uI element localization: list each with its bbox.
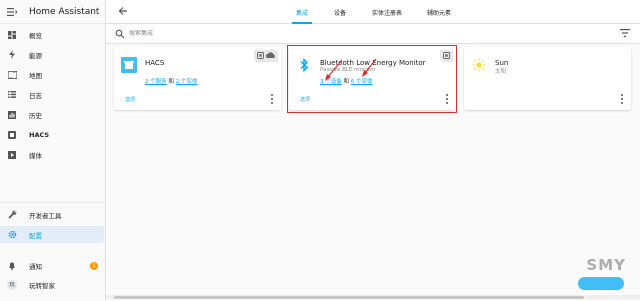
sidebar: Home Assistant 概览 能源 地图 日志 历史 HACS 媒体 开发… (0, 0, 106, 301)
chart-icon (7, 110, 17, 120)
and-text: 和 (168, 79, 175, 85)
sidebar-item-label: 通知 (29, 262, 42, 271)
sidebar-item-label: 概览 (29, 31, 42, 40)
menu-icon[interactable] (7, 7, 17, 17)
sidebar-item-overview[interactable]: 概览 (0, 26, 104, 43)
custom-integration-icon (257, 51, 264, 61)
gear-icon (7, 230, 17, 240)
watermark-badge (578, 277, 624, 290)
hacs-icon (7, 130, 17, 140)
app-title: Home Assistant (29, 6, 100, 17)
sidebar-item-media[interactable]: 媒体 (0, 146, 104, 163)
sidebar-item-label: 玩转智家 (29, 281, 55, 290)
back-arrow-icon[interactable] (118, 6, 130, 18)
search-bar (106, 24, 640, 44)
sidebar-item-profile[interactable]: 玩 玩转智家 (0, 276, 104, 293)
tab-integrations[interactable]: 集成 (288, 0, 316, 24)
sidebar-item-label: 配置 (29, 231, 42, 240)
integration-card-hacs[interactable]: HACS 2 个服务 和 2 个实体 选项 (114, 47, 281, 110)
services-link[interactable]: 2 个服务 (145, 79, 167, 85)
sidebar-item-label: 开发者工具 (29, 211, 62, 220)
entities-link[interactable]: 2 个实体 (176, 79, 198, 85)
sidebar-item-label: 日志 (29, 91, 42, 100)
avatar: 玩 (7, 279, 17, 290)
sidebar-item-hacs[interactable]: HACS (0, 126, 104, 143)
wrench-icon (7, 210, 17, 220)
card-title: HACS (145, 59, 165, 67)
sidebar-item-label: 能源 (29, 51, 42, 60)
dashboard-icon (7, 30, 17, 40)
sidebar-item-label: HACS (29, 130, 50, 139)
hacs-logo-icon (121, 57, 137, 73)
sidebar-item-map[interactable]: 地图 (0, 66, 104, 83)
more-vert-icon[interactable] (619, 94, 625, 104)
sidebar-header: Home Assistant (0, 0, 105, 24)
sidebar-item-config[interactable]: 配置 (0, 226, 104, 243)
lightning-icon (7, 50, 17, 60)
cloud-icon (266, 52, 275, 60)
card-links: 2 个服务 和 2 个实体 (145, 77, 198, 85)
sidebar-item-label: 媒体 (29, 151, 42, 160)
horizontal-scrollbar[interactable] (106, 295, 640, 299)
sidebar-item-energy[interactable]: 能源 (0, 46, 104, 63)
card-badges (254, 50, 278, 62)
top-bar: 集成 设备 实体注册表 辅助元素 (106, 0, 640, 24)
search-icon (115, 29, 125, 39)
sidebar-item-notifications[interactable]: 通知 1 (0, 257, 104, 274)
tab-helpers[interactable]: 辅助元素 (420, 0, 458, 24)
sidebar-item-history[interactable]: 历史 (0, 106, 104, 123)
search-input[interactable] (129, 30, 429, 37)
integration-card-sun[interactable]: Sun 太阳 (464, 47, 631, 110)
sidebar-divider (0, 202, 105, 203)
list-icon (7, 90, 17, 100)
more-vert-icon[interactable] (269, 94, 275, 104)
sidebar-item-label: 地图 (29, 71, 42, 80)
card-subtitle: 太阳 (495, 69, 507, 75)
filter-icon[interactable] (620, 29, 630, 39)
notification-badge: 1 (90, 261, 98, 270)
tab-devices[interactable]: 设备 (327, 0, 353, 24)
sun-icon (471, 57, 487, 73)
tab-entities[interactable]: 实体注册表 (366, 0, 408, 24)
options-button[interactable]: 选项 (125, 96, 135, 103)
media-icon (7, 150, 17, 160)
sidebar-item-developer-tools[interactable]: 开发者工具 (0, 206, 104, 223)
sidebar-item-label: 历史 (29, 111, 42, 120)
scrollbar-thumb[interactable] (114, 296, 584, 299)
card-title: Sun (495, 59, 509, 67)
bell-icon (7, 261, 17, 271)
watermark: SMY (586, 256, 626, 274)
map-icon (7, 70, 17, 80)
avatar-wrapper: 玩 (7, 279, 17, 290)
sidebar-item-logbook[interactable]: 日志 (0, 86, 104, 103)
annotation-arrows (325, 58, 377, 81)
